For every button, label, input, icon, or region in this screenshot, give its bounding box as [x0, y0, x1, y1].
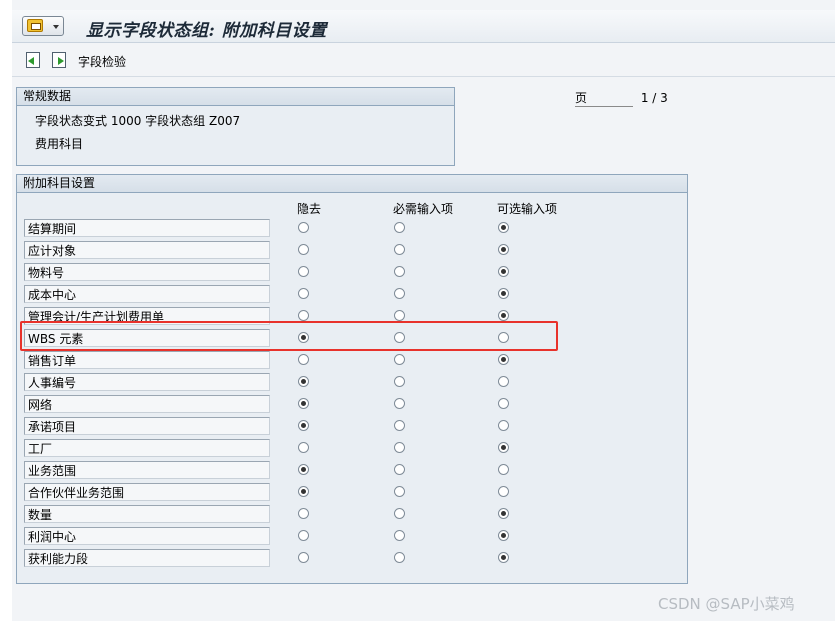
radio-optional[interactable] [498, 530, 509, 541]
sap-menu-icon [27, 19, 43, 32]
radio-required[interactable] [394, 486, 405, 497]
radio-hidden[interactable] [298, 420, 309, 431]
row-label: 承诺项目 [24, 417, 270, 435]
radio-required[interactable] [394, 530, 405, 541]
row-label: 网络 [24, 395, 270, 413]
application-toolbar: 字段检验 [12, 44, 835, 77]
column-header-hidden: 隐去 [297, 202, 322, 216]
radio-required[interactable] [394, 552, 405, 563]
radio-required[interactable] [394, 332, 405, 343]
watermark: CSDN @SAP小菜鸡 [658, 595, 795, 613]
radio-optional[interactable] [498, 442, 509, 453]
radio-hidden[interactable] [298, 486, 309, 497]
radio-optional[interactable] [498, 310, 509, 321]
next-screen-icon[interactable] [52, 52, 66, 68]
radio-hidden[interactable] [298, 530, 309, 541]
row-label: 管理会计/生产计划费用单 [24, 307, 270, 325]
radio-required[interactable] [394, 508, 405, 519]
row-label: 应计对象 [24, 241, 270, 259]
row-label: 业务范围 [24, 461, 270, 479]
radio-optional[interactable] [498, 376, 509, 387]
radio-hidden[interactable] [298, 244, 309, 255]
radio-required[interactable] [394, 464, 405, 475]
row-label: 数量 [24, 505, 270, 523]
chevron-down-icon [53, 25, 59, 29]
radio-required[interactable] [394, 442, 405, 453]
radio-optional[interactable] [498, 222, 509, 233]
radio-required[interactable] [394, 244, 405, 255]
page-number: 1 / 3 [640, 91, 668, 105]
radio-optional[interactable] [498, 398, 509, 409]
row-label: 利润中心 [24, 527, 270, 545]
additional-settings-header: 附加科目设置 [17, 175, 687, 193]
row-label: 结算期间 [24, 219, 270, 237]
radio-hidden[interactable] [298, 552, 309, 563]
radio-required[interactable] [394, 376, 405, 387]
column-header-required: 必需输入项 [393, 202, 454, 216]
radio-hidden[interactable] [298, 398, 309, 409]
page-title: 显示字段状态组: 附加科目设置 [86, 21, 327, 41]
previous-screen-icon[interactable] [26, 52, 40, 68]
radio-hidden[interactable] [298, 354, 309, 365]
page-indicator: 页 1 / 3 [575, 89, 668, 107]
radio-hidden[interactable] [298, 376, 309, 387]
page-label: 页 [575, 89, 633, 107]
radio-hidden[interactable] [298, 464, 309, 475]
radio-hidden[interactable] [298, 310, 309, 321]
radio-hidden[interactable] [298, 332, 309, 343]
general-data-header: 常规数据 [17, 88, 454, 106]
radio-optional[interactable] [498, 244, 509, 255]
field-status-variant-text: 字段状态变式 1000 字段状态组 Z007 [35, 114, 241, 128]
radio-hidden[interactable] [298, 508, 309, 519]
row-label: 人事编号 [24, 373, 270, 391]
radio-required[interactable] [394, 398, 405, 409]
radio-optional[interactable] [498, 288, 509, 299]
radio-optional[interactable] [498, 552, 509, 563]
radio-required[interactable] [394, 288, 405, 299]
row-label: 合作伙伴业务范围 [24, 483, 270, 501]
row-label: 成本中心 [24, 285, 270, 303]
radio-hidden[interactable] [298, 442, 309, 453]
radio-optional[interactable] [498, 332, 509, 343]
general-data-group: 常规数据 字段状态变式 1000 字段状态组 Z007 费用科目 [16, 87, 455, 166]
radio-hidden[interactable] [298, 266, 309, 277]
radio-optional[interactable] [498, 486, 509, 497]
row-label: 物料号 [24, 263, 270, 281]
radio-required[interactable] [394, 266, 405, 277]
title-bar: 显示字段状态组: 附加科目设置 [12, 10, 835, 43]
row-label: 获利能力段 [24, 549, 270, 567]
radio-optional[interactable] [498, 420, 509, 431]
radio-required[interactable] [394, 310, 405, 321]
row-label: 销售订单 [24, 351, 270, 369]
row-label: WBS 元素 [24, 329, 270, 347]
field-status-group-desc: 费用科目 [35, 137, 84, 151]
column-header-optional: 可选输入项 [497, 202, 558, 216]
radio-required[interactable] [394, 222, 405, 233]
radio-hidden[interactable] [298, 288, 309, 299]
radio-required[interactable] [394, 420, 405, 431]
radio-optional[interactable] [498, 464, 509, 475]
radio-required[interactable] [394, 354, 405, 365]
radio-optional[interactable] [498, 354, 509, 365]
field-check-button[interactable]: 字段检验 [78, 53, 126, 70]
radio-hidden[interactable] [298, 222, 309, 233]
system-menu-button[interactable] [22, 16, 64, 36]
radio-optional[interactable] [498, 508, 509, 519]
sap-window: 显示字段状态组: 附加科目设置 字段检验 常规数据 字段状态变式 1000 字段… [12, 0, 835, 621]
row-label: 工厂 [24, 439, 270, 457]
radio-optional[interactable] [498, 266, 509, 277]
